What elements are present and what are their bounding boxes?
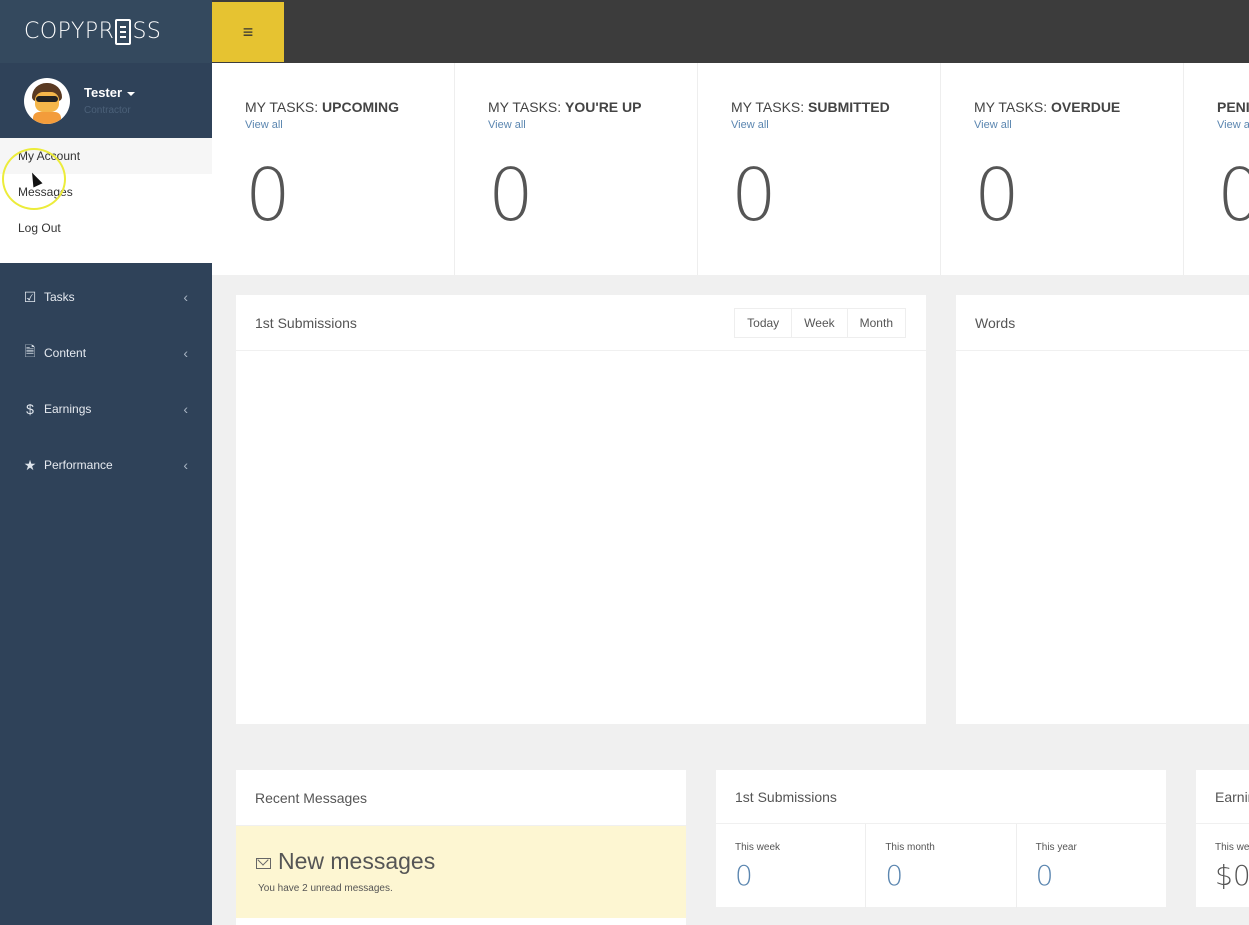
- kpi-pending: PENI View a 0: [1184, 63, 1249, 275]
- panel-title: Words: [975, 314, 1016, 331]
- chevron-left-icon: ‹: [183, 345, 188, 361]
- view-all-link[interactable]: View all: [245, 119, 454, 131]
- document-icon: 🗎: [24, 343, 36, 359]
- user-dropdown-menu: My Account Messages Log Out: [0, 138, 212, 263]
- kpi-submitted: MY TASKS: SUBMITTED View all 0: [698, 63, 941, 275]
- user-role: Contractor: [84, 105, 131, 116]
- kpi-title: PENI: [1217, 99, 1249, 115]
- kpi-youre-up: MY TASKS: YOU'RE UP View all 0: [455, 63, 698, 275]
- panel-title: 1st Submissions: [735, 788, 837, 805]
- range-month-button[interactable]: Month: [848, 309, 905, 337]
- stat-label: This month: [885, 842, 935, 853]
- recent-messages-panel: Recent Messages New messages You have 2 …: [236, 770, 686, 925]
- range-today-button[interactable]: Today: [735, 309, 793, 337]
- kpi-value: 0: [731, 153, 777, 237]
- panel-title: 1st Submissions: [255, 314, 357, 331]
- task-kpi-row: MY TASKS: UPCOMING View all 0 MY TASKS: …: [212, 63, 1249, 275]
- avatar[interactable]: [24, 77, 70, 124]
- menu-item-my-account[interactable]: My Account: [0, 138, 212, 174]
- kpi-value: 0: [974, 153, 1020, 237]
- star-icon: ★: [23, 456, 37, 473]
- sidebar-item-label: Content: [44, 346, 87, 360]
- sidebar-item-label: Tasks: [44, 290, 75, 304]
- stat-label: This year: [1035, 842, 1077, 853]
- chevron-left-icon: ‹: [183, 289, 188, 305]
- kpi-title: OVERDUE: [1051, 99, 1121, 115]
- logo-text-left: COPYPR: [24, 19, 115, 44]
- logo-e-icon: [115, 18, 132, 45]
- caret-down-icon: [127, 91, 136, 96]
- stat-this-month: This month 0: [866, 824, 1017, 908]
- sidebar: COPYPR SS Tester Contractor My Account Me…: [0, 0, 212, 925]
- panel-title: Recent Messages: [255, 789, 368, 806]
- check-square-icon: ☑: [23, 288, 37, 305]
- stat-value: $0: [1215, 859, 1249, 892]
- stat-value: 0: [735, 859, 753, 892]
- envelope-icon: [256, 858, 271, 869]
- hamburger-icon: ≡: [242, 21, 254, 42]
- sidebar-item-label: Earnings: [44, 402, 92, 416]
- stat-value: 0: [1035, 859, 1054, 892]
- logo-text-right: SS: [132, 19, 162, 44]
- sidebar-item-label: Performance: [44, 458, 113, 472]
- kpi-upcoming: MY TASKS: UPCOMING View all 0: [212, 63, 455, 275]
- earnings-stats-panel: Earnir This we $0: [1196, 770, 1249, 907]
- kpi-prefix: MY TASKS:: [245, 99, 323, 115]
- range-toggle-group: Today Week Month: [734, 308, 906, 338]
- stat-this-week: This we $0: [1196, 824, 1249, 892]
- dollar-icon: $: [26, 401, 34, 417]
- submissions-chart-panel: 1st Submissions Today Week Month: [236, 295, 926, 724]
- kpi-title: UPCOMING: [322, 99, 400, 115]
- view-all-link[interactable]: View all: [488, 119, 697, 131]
- kpi-value: 0: [488, 153, 534, 237]
- chevron-left-icon: ‹: [183, 457, 188, 473]
- unread-count-text: You have 2 unread messages.: [258, 883, 393, 894]
- sidebar-item-performance[interactable]: ★ Performance ‹: [0, 437, 212, 493]
- kpi-title: YOU'RE UP: [565, 99, 642, 115]
- kpi-prefix: MY TASKS:: [488, 99, 566, 115]
- new-messages-alert[interactable]: New messages You have 2 unread messages.: [236, 826, 686, 918]
- sidebar-toggle-button[interactable]: ≡: [212, 2, 284, 62]
- sidebar-item-tasks[interactable]: ☑ Tasks ‹: [0, 269, 212, 325]
- panel-title: Earnir: [1215, 788, 1249, 805]
- stat-value: 0: [885, 859, 904, 892]
- sidebar-item-content[interactable]: 🗎 Content ‹: [0, 325, 212, 381]
- stat-label: This week: [735, 842, 781, 853]
- view-all-link[interactable]: View a: [1217, 119, 1249, 131]
- stat-this-year: This year 0: [1017, 824, 1166, 908]
- user-panel: Tester Contractor: [0, 63, 212, 138]
- user-name: Tester: [84, 85, 123, 100]
- new-messages-heading: New messages: [278, 848, 436, 874]
- kpi-value: 0: [1217, 153, 1249, 237]
- menu-item-log-out[interactable]: Log Out: [0, 210, 212, 246]
- view-all-link[interactable]: View all: [731, 119, 940, 131]
- kpi-value: 0: [245, 153, 291, 237]
- brand-logo[interactable]: COPYPR SS: [0, 0, 212, 63]
- kpi-overdue: MY TASKS: OVERDUE View all 0: [941, 63, 1184, 275]
- range-week-button[interactable]: Week: [792, 309, 848, 337]
- topbar: ≡: [212, 0, 1249, 63]
- kpi-title: SUBMITTED: [808, 99, 890, 115]
- stat-label: This we: [1215, 842, 1249, 853]
- stat-this-week: This week 0: [716, 824, 867, 908]
- kpi-prefix: MY TASKS:: [731, 99, 809, 115]
- submissions-stats-panel: 1st Submissions This week 0 This month 0…: [716, 770, 1166, 908]
- words-chart-panel: Words: [956, 295, 1249, 724]
- kpi-prefix: MY TASKS:: [974, 99, 1052, 115]
- chevron-left-icon: ‹: [183, 401, 188, 417]
- view-all-link[interactable]: View all: [974, 119, 1183, 131]
- user-name-toggle[interactable]: Tester: [84, 85, 136, 100]
- sidebar-item-earnings[interactable]: $ Earnings ‹: [0, 381, 212, 437]
- sidebar-nav: ☑ Tasks ‹ 🗎 Content ‹ $ Earnings ‹ ★ Per…: [0, 269, 212, 493]
